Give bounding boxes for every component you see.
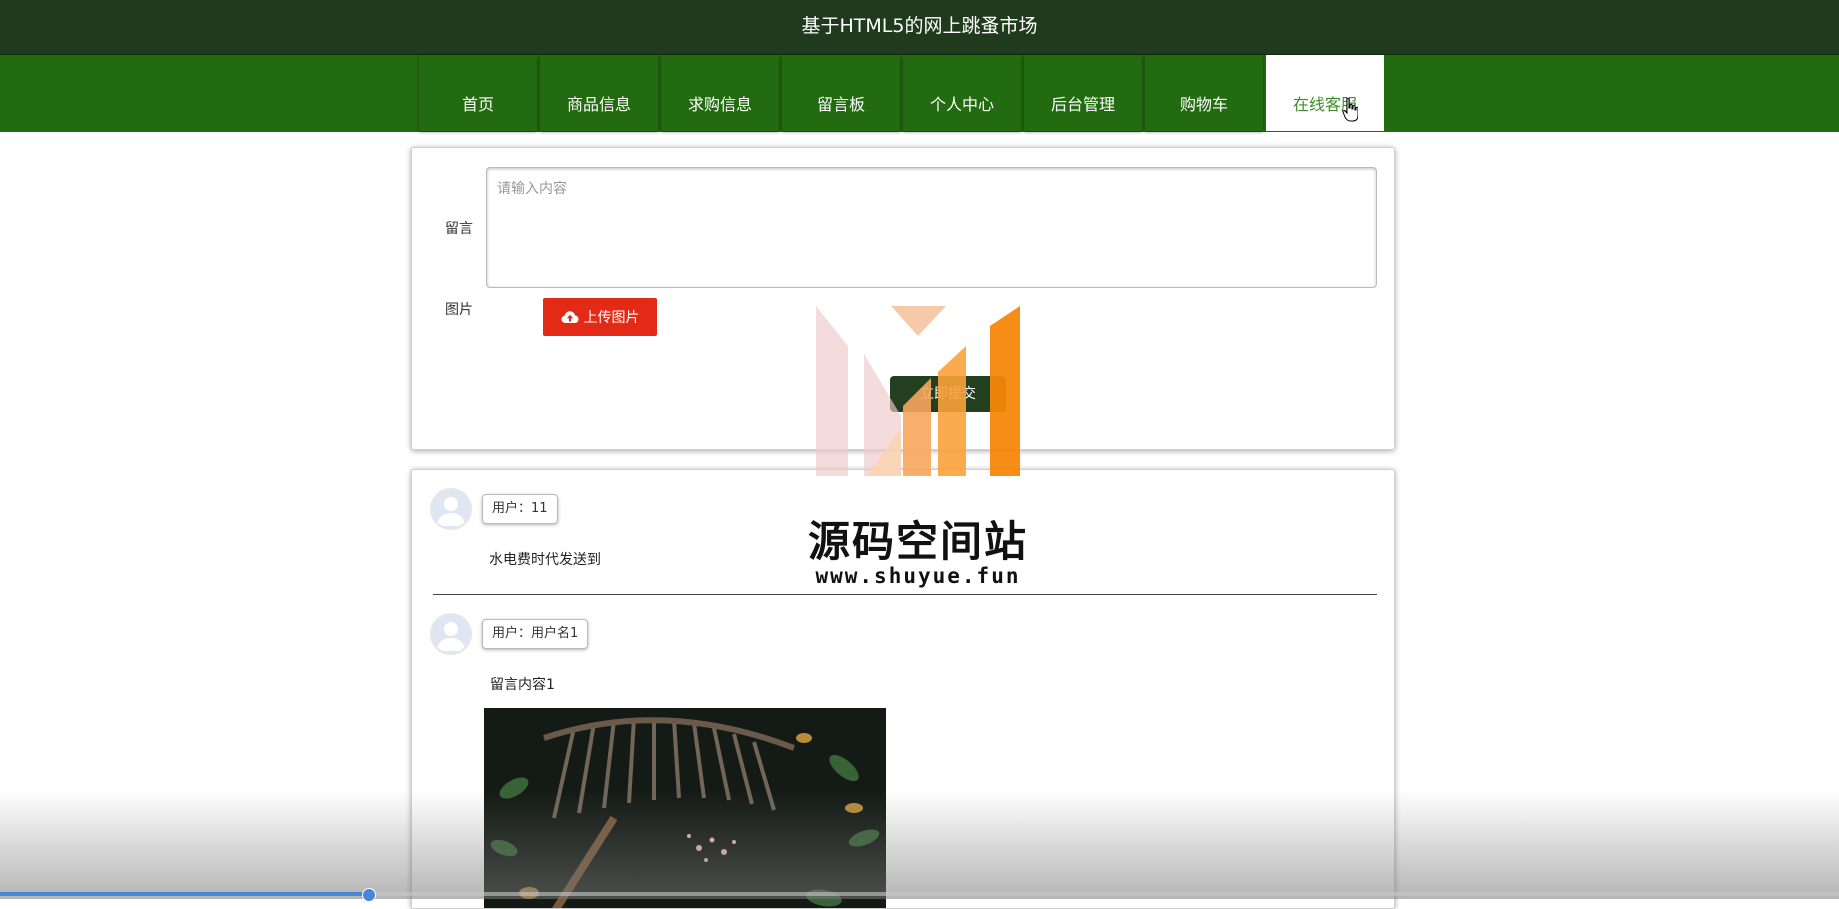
nav-item-message-board[interactable]: 留言板 [782,55,900,131]
video-progress-handle[interactable] [361,888,376,902]
submit-button[interactable]: 立即提交 [890,376,1006,412]
upload-button-label: 上传图片 [583,310,640,326]
site-title: 基于HTML5的网上跳蚤市场 [801,15,1038,37]
message-divider [433,594,1377,595]
nav-item-online-service[interactable]: 在线客服 [1266,55,1384,131]
message-content: 留言内容1 [490,677,555,693]
nav-item-home[interactable]: 首页 [419,55,537,131]
message-user-name: 用户：用户名1 [482,619,589,649]
avatar [430,488,472,530]
hand-cursor-icon [1342,98,1358,122]
video-progress-bar[interactable] [0,888,1839,902]
message-label: 留言 [445,221,473,237]
nav-item-cart[interactable]: 购物车 [1145,55,1263,131]
message-image [484,708,886,908]
video-progress-fill [0,892,368,896]
message-user-name: 用户：11 [482,494,558,524]
message-textarea[interactable]: 请输入内容 [486,167,1377,288]
message-content: 水电费时代发送到 [489,552,601,568]
message-form-card: 留言 请输入内容 图片 上传图片 立即提交 [411,147,1395,450]
top-header: 基于HTML5的网上跳蚤市场 [0,0,1839,56]
nav-item-profile[interactable]: 个人中心 [903,55,1021,131]
nav-item-goods[interactable]: 商品信息 [540,55,658,131]
user-avatar-icon [437,622,465,651]
image-label: 图片 [445,302,473,318]
message-list-card: 用户：11 水电费时代发送到 用户：用户名1 留言内容1 [411,469,1395,909]
avatar [430,613,472,655]
cloud-upload-icon [561,311,578,323]
user-avatar-icon [437,497,465,526]
main-nav: 首页 商品信息 求购信息 留言板 个人中心 后台管理 购物车 在线客服 [0,55,1839,132]
nav-item-wanted[interactable]: 求购信息 [661,55,779,131]
nav-item-admin[interactable]: 后台管理 [1024,55,1142,131]
upload-image-button[interactable]: 上传图片 [543,298,657,336]
